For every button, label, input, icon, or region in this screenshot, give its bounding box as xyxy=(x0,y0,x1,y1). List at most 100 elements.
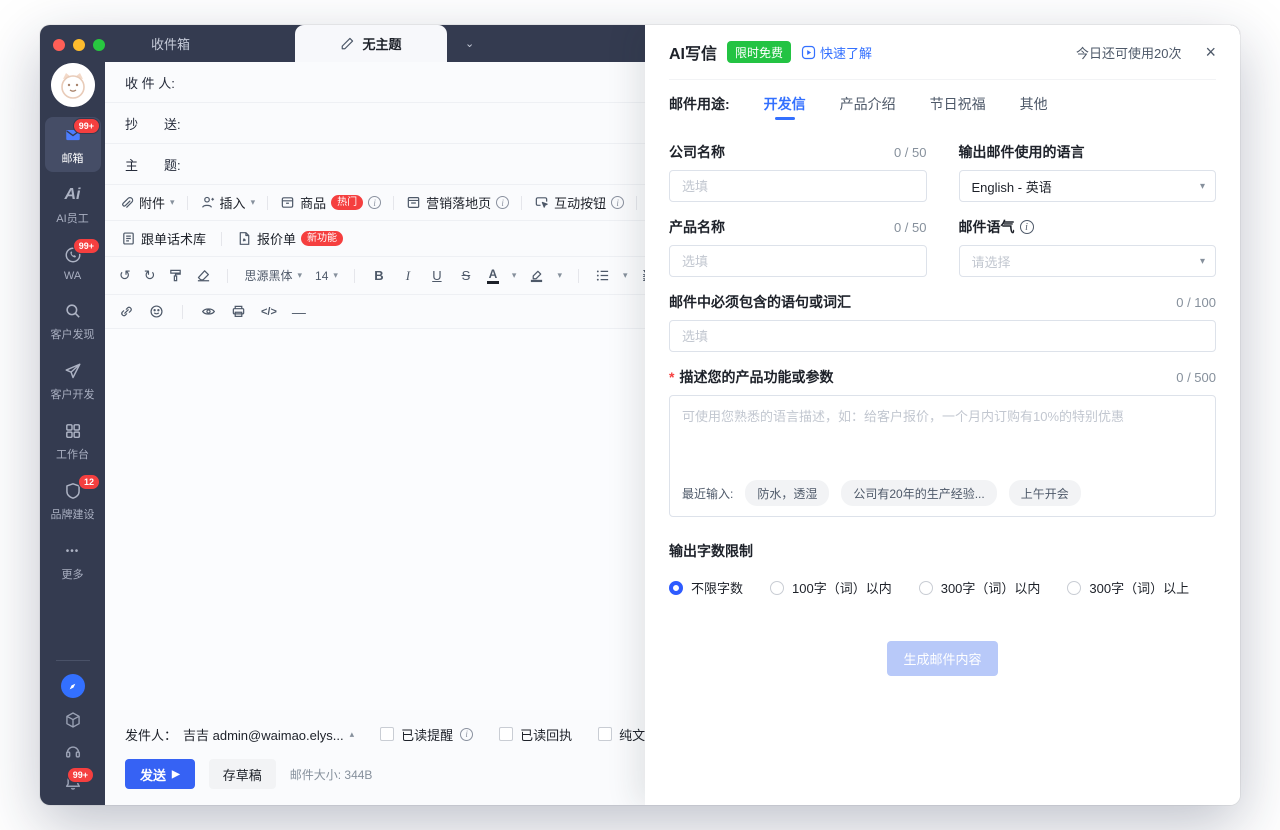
tab-compose[interactable]: 无主题 xyxy=(295,25,447,62)
company-name-input[interactable] xyxy=(669,170,927,202)
notification-bell-icon[interactable]: 99+ xyxy=(64,773,82,791)
quotation-button[interactable]: 报价单 新功能 xyxy=(235,229,345,248)
grid-icon xyxy=(62,420,84,442)
product-name-label: 产品名称 xyxy=(669,217,725,237)
emoji-icon[interactable] xyxy=(149,304,164,319)
avatar[interactable] xyxy=(51,63,95,107)
chevron-down-icon[interactable]: ▾ xyxy=(557,270,562,281)
play-icon xyxy=(801,45,816,60)
sidebar-item-customer-development[interactable]: 客户开发 xyxy=(45,353,101,408)
chevron-down-icon: ▾ xyxy=(170,197,175,208)
font-color-button[interactable]: A xyxy=(487,268,499,284)
recent-chip[interactable]: 防水，透湿 xyxy=(745,480,829,506)
sidebar-item-workbench[interactable]: 工作台 xyxy=(45,413,101,468)
strikethrough-button[interactable]: S xyxy=(458,268,474,283)
recent-inputs-label: 最近输入: xyxy=(682,485,733,502)
description-textarea[interactable] xyxy=(670,396,1215,474)
highlight-color-icon[interactable] xyxy=(529,268,544,283)
code-icon[interactable]: </> xyxy=(261,306,277,318)
tab-list-chevron-icon[interactable]: ⌄ xyxy=(465,37,474,50)
window-controls xyxy=(40,25,105,59)
generate-email-button[interactable]: 生成邮件内容 xyxy=(887,641,997,676)
description-group: * 描述您的产品功能或参数 0 / 500 最近输入: 防水，透湿 公司有20年… xyxy=(669,368,1216,517)
eraser-icon[interactable] xyxy=(196,268,211,283)
sidebar-item-whatsapp[interactable]: WA 99+ xyxy=(45,237,101,288)
radio-no-limit[interactable]: 不限字数 xyxy=(669,578,743,597)
radio-under-100[interactable]: 100字（词）以内 xyxy=(770,578,892,597)
must-include-counter: 0 / 100 xyxy=(1176,295,1216,310)
quotation-doc-icon xyxy=(237,231,252,246)
recent-chip[interactable]: 公司有20年的生产经验... xyxy=(841,480,996,506)
landing-page-button[interactable]: 营销落地页 i xyxy=(404,193,511,212)
close-icon[interactable]: × xyxy=(1205,43,1216,61)
info-icon[interactable]: i xyxy=(611,196,624,209)
save-draft-button[interactable]: 存草稿 xyxy=(209,759,276,789)
email-tone-select[interactable]: 请选择 ▾ xyxy=(959,245,1217,277)
redo-icon[interactable]: ↻ xyxy=(144,267,156,284)
landing-page-icon xyxy=(406,195,421,210)
tab-development-letter[interactable]: 开发信 xyxy=(764,80,806,127)
sidebar-item-ai-staff[interactable]: Ai AI员工 xyxy=(45,177,101,232)
chevron-down-icon[interactable]: ▾ xyxy=(623,270,628,281)
description-label: * 描述您的产品功能或参数 xyxy=(669,367,833,387)
sender-select[interactable]: 发件人： 吉吉 admin@waimao.elys... ▴ xyxy=(125,725,354,744)
underline-button[interactable]: U xyxy=(429,268,445,283)
user-insert-icon xyxy=(200,195,215,210)
interactive-button-button[interactable]: 互动按钮 i xyxy=(532,193,626,212)
recent-chip[interactable]: 上午开会 xyxy=(1009,480,1081,506)
info-icon[interactable]: i xyxy=(368,196,381,209)
sidebar-item-mail[interactable]: 邮箱 99+ xyxy=(45,117,101,172)
radio-over-300[interactable]: 300字（词）以上 xyxy=(1067,578,1189,597)
must-include-input[interactable] xyxy=(669,320,1216,352)
undo-icon[interactable]: ↺ xyxy=(119,267,131,284)
read-receipt-checkbox[interactable]: 已读回执 xyxy=(499,725,572,744)
tab-holiday-greetings[interactable]: 节日祝福 xyxy=(930,80,986,127)
headset-support-icon[interactable] xyxy=(64,742,82,760)
maximize-window-button[interactable] xyxy=(93,39,105,51)
product-name-counter: 0 / 50 xyxy=(894,220,927,235)
font-size-select[interactable]: 14 ▾ xyxy=(315,269,338,283)
sidebar-item-brand-building[interactable]: 品牌建设 12 xyxy=(45,473,101,528)
font-family-select[interactable]: 思源黑体 ▾ xyxy=(244,267,302,284)
bold-button[interactable]: B xyxy=(371,268,387,283)
close-window-button[interactable] xyxy=(53,39,65,51)
minimize-window-button[interactable] xyxy=(73,39,85,51)
info-icon[interactable]: i xyxy=(460,728,473,741)
info-icon[interactable]: i xyxy=(496,196,509,209)
sidebar-item-more[interactable]: ••• 更多 xyxy=(45,533,101,588)
info-icon[interactable]: i xyxy=(1020,220,1034,234)
mail-size-text: 邮件大小: 344B xyxy=(290,766,373,783)
company-name-label: 公司名称 xyxy=(669,142,725,162)
send-button[interactable]: 发送 ▶ xyxy=(125,759,195,789)
paper-plane-icon xyxy=(62,360,84,382)
bullet-list-icon[interactable] xyxy=(595,268,610,283)
radio-icon xyxy=(770,581,784,595)
apps-cube-icon[interactable] xyxy=(64,711,82,729)
tab-product-introduction[interactable]: 产品介绍 xyxy=(840,80,896,127)
format-painter-icon[interactable] xyxy=(168,268,183,283)
italic-button[interactable]: I xyxy=(400,268,416,284)
attachment-button[interactable]: 附件 ▾ xyxy=(117,193,177,212)
toolbar-divider xyxy=(636,196,637,210)
read-reminder-checkbox[interactable]: 已读提醒 i xyxy=(380,725,473,744)
printer-icon[interactable] xyxy=(231,304,246,319)
preview-eye-icon[interactable] xyxy=(201,304,216,319)
product-name-input[interactable] xyxy=(669,245,927,277)
product-button[interactable]: 商品 热门 i xyxy=(278,193,383,212)
horizontal-rule-icon[interactable]: — xyxy=(292,304,306,320)
sidebar-item-customer-discovery[interactable]: 客户发现 xyxy=(45,293,101,348)
sidebar-footer: 99+ xyxy=(40,660,105,805)
insert-button[interactable]: 插入 ▾ xyxy=(198,193,258,212)
link-icon[interactable] xyxy=(119,304,134,319)
follow-up-scripts-button[interactable]: 跟单话术库 xyxy=(119,229,208,248)
quick-learn-link[interactable]: 快速了解 xyxy=(801,43,872,62)
sidebar-item-label: 品牌建设 xyxy=(51,506,95,522)
compass-icon[interactable] xyxy=(61,674,85,698)
tab-inbox[interactable]: 收件箱 xyxy=(139,25,295,62)
tab-other[interactable]: 其他 xyxy=(1020,80,1048,127)
radio-under-300[interactable]: 300字（词）以内 xyxy=(919,578,1041,597)
app-window: 邮箱 99+ Ai AI员工 WA 99+ 客户发现 客户开发 工作台 品牌建设… xyxy=(40,25,1240,805)
font-color-bar xyxy=(487,281,499,284)
output-language-select[interactable]: English - 英语 ▾ xyxy=(959,170,1217,202)
chevron-down-icon[interactable]: ▾ xyxy=(512,270,517,281)
